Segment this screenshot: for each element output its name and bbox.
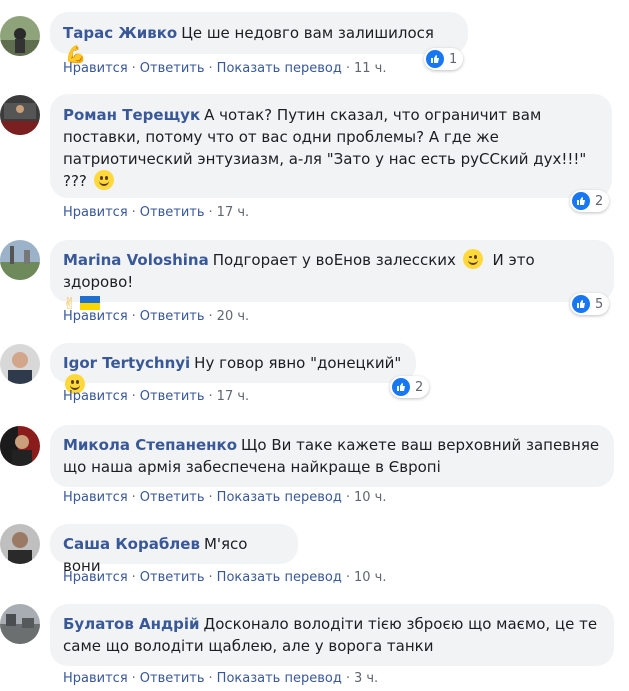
avatar[interactable] xyxy=(0,240,40,280)
like-count-badge[interactable]: 1 xyxy=(424,48,464,70)
comment-actions: Нравится · Ответить · 17 ч. xyxy=(63,205,250,220)
comment-bubble: Marina Voloshina Подгорает у воЕнов залес… xyxy=(50,240,614,313)
show-translation-link[interactable]: Показать перевод xyxy=(217,61,342,76)
comment-author[interactable]: Булатов Андрій xyxy=(63,615,200,633)
avatar[interactable] xyxy=(0,426,40,466)
comment-text: Подгорает у воЕнов залесских xyxy=(212,251,456,269)
comment-time[interactable]: 17 ч. xyxy=(217,389,250,404)
reply-link[interactable]: Ответить xyxy=(140,205,205,220)
comment-bubble: Igor Tertychnyi Ну говор явно "донецкий" xyxy=(50,343,416,394)
comment: Саша Кораблев М'ясо вони Нравится · Ответит… xyxy=(0,518,629,598)
show-translation-link[interactable]: Показать перевод xyxy=(217,570,342,585)
comment-author[interactable]: Тарас Живко xyxy=(63,24,177,42)
comment-bubble: Микола Степаненко Що Ви таке кажете ваш в… xyxy=(50,425,614,487)
avatar[interactable] xyxy=(0,16,40,56)
comment-bubble: Тарас Живко Це ше недовго вам залишилося💪 xyxy=(50,12,468,65)
thumbs-up-icon xyxy=(426,50,444,68)
comment-author[interactable]: Микола Степаненко xyxy=(63,436,237,454)
show-translation-link[interactable]: Показать перевод xyxy=(217,490,342,505)
like-link[interactable]: Нравится xyxy=(63,389,128,404)
thumbs-up-icon xyxy=(572,192,590,210)
like-link[interactable]: Нравится xyxy=(63,570,128,585)
comment-time[interactable]: 11 ч. xyxy=(354,61,387,76)
like-count-badge[interactable]: 5 xyxy=(570,293,610,315)
avatar[interactable] xyxy=(0,344,40,384)
comment-bubble: Саша Кораблев М'ясо вони xyxy=(50,524,298,575)
comment-time[interactable]: 10 ч. xyxy=(354,490,387,505)
comment-actions: Нравится · Ответить · 20 ч. xyxy=(63,309,250,324)
like-count-badge[interactable]: 2 xyxy=(570,190,610,212)
like-count: 1 xyxy=(449,51,458,67)
like-count: 5 xyxy=(595,296,604,312)
comment-author[interactable]: Роман Терещук xyxy=(63,106,200,124)
like-link[interactable]: Нравится xyxy=(63,61,128,76)
comment-actions: Нравится · Ответить · Показать перевод · 10 ч. xyxy=(63,490,387,505)
comment-author[interactable]: Marina Voloshina xyxy=(63,251,209,269)
reply-link[interactable]: Ответить xyxy=(140,490,205,505)
comment-time[interactable]: 17 ч. xyxy=(217,205,250,220)
like-count: 2 xyxy=(415,379,424,395)
comment-actions: Нравится · Ответить · Показать перевод · 10 ч. xyxy=(63,570,387,585)
ukraine-flag-icon xyxy=(80,296,101,310)
comment: Тарас Живко Це ше недовго вам залишилося💪… xyxy=(0,0,629,85)
comment: Igor Tertychnyi Ну говор явно "донецкий" … xyxy=(0,336,629,420)
comment-author[interactable]: Igor Tertychnyi xyxy=(63,354,190,372)
comment: Marina Voloshina Подгорает у воЕнов залес… xyxy=(0,230,629,336)
comment-bubble: Роман Терещук А чотак? Путин сказал, что … xyxy=(50,94,612,198)
reply-link[interactable]: Ответить xyxy=(140,389,205,404)
winking-face-emoji-icon xyxy=(462,249,483,269)
comment-time[interactable]: 3 ч. xyxy=(354,671,378,686)
smiling-face-emoji-icon xyxy=(93,170,114,190)
like-count: 2 xyxy=(595,193,604,209)
show-translation-link[interactable]: Показать перевод xyxy=(217,671,342,686)
comment-bubble: Булатов Андрій Досконало володіти тією зб… xyxy=(50,604,614,666)
thumbs-up-icon xyxy=(572,295,590,313)
reply-link[interactable]: Ответить xyxy=(140,61,205,76)
comment-time[interactable]: 20 ч. xyxy=(217,309,250,324)
comment-text: Ну говор явно "донецкий" xyxy=(194,354,402,372)
avatar[interactable] xyxy=(0,95,40,135)
like-link[interactable]: Нравится xyxy=(63,671,128,686)
thumbs-up-icon xyxy=(392,378,410,396)
comment-time[interactable]: 10 ч. xyxy=(354,570,387,585)
comment: Булатов Андрій Досконало володіти тією зб… xyxy=(0,598,629,691)
avatar[interactable] xyxy=(0,604,40,644)
comment-text: Це ше недовго вам залишилося xyxy=(181,24,434,42)
comment: Микола Степаненко Що Ви таке кажете ваш в… xyxy=(0,420,629,518)
reply-link[interactable]: Ответить xyxy=(140,309,205,324)
comment-actions: Нравится · Ответить · 17 ч. xyxy=(63,389,250,404)
reply-link[interactable]: Ответить xyxy=(140,671,205,686)
like-link[interactable]: Нравится xyxy=(63,205,128,220)
like-link[interactable]: Нравится xyxy=(63,490,128,505)
comment-actions: Нравится · Ответить · Показать перевод · 3 ч. xyxy=(63,671,379,686)
reply-link[interactable]: Ответить xyxy=(140,570,205,585)
avatar[interactable] xyxy=(0,524,40,564)
like-link[interactable]: Нравится xyxy=(63,309,128,324)
comment-author[interactable]: Саша Кораблев xyxy=(63,535,200,553)
like-count-badge[interactable]: 2 xyxy=(390,376,430,398)
comment: Роман Терещук А чотак? Путин сказал, что … xyxy=(0,85,629,230)
comment-actions: Нравится · Ответить · Показать перевод · 11 ч. xyxy=(63,61,387,76)
